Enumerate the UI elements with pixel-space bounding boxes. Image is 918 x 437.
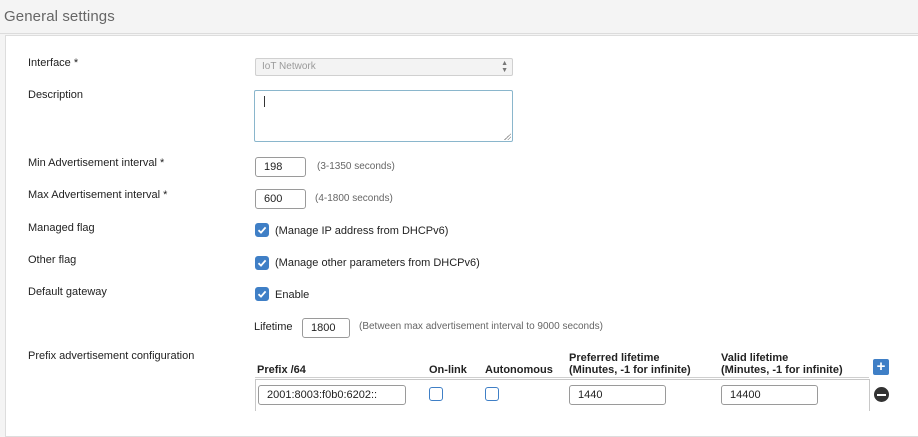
prefix-column-header: Prefix /64 — [257, 364, 306, 376]
preferred-lifetime-column-header: Preferred lifetime (Minutes, -1 for infi… — [569, 352, 691, 376]
other-flag-text: (Manage other parameters from DHCPv6) — [275, 257, 480, 269]
check-icon — [257, 226, 267, 234]
default-gateway-label: Default gateway — [28, 286, 107, 298]
updown-arrows-icon: ▲ ▼ — [501, 60, 508, 74]
max-adv-input[interactable]: 600 — [255, 189, 306, 209]
interface-select[interactable]: IoT Network ▲ ▼ — [255, 58, 513, 76]
managed-flag-text: (Manage IP address from DHCPv6) — [275, 225, 449, 237]
table-header-divider — [255, 377, 869, 378]
preferred-lifetime-title: Preferred lifetime — [569, 352, 660, 364]
on-link-checkbox[interactable] — [429, 387, 443, 401]
prefix-input[interactable]: 2001:8003:f0b0:6202:: — [258, 385, 406, 405]
interface-label: Interface * — [28, 57, 79, 69]
title-divider — [0, 33, 918, 34]
valid-lifetime-column-header: Valid lifetime (Minutes, -1 for infinite… — [721, 352, 843, 376]
lifetime-label: Lifetime — [254, 321, 293, 333]
description-label: Description — [28, 89, 84, 101]
on-link-column-header: On-link — [429, 364, 467, 376]
prefix-config-label: Prefix advertisement configuration — [28, 350, 195, 362]
lifetime-hint: (Between max advertisement interval to 9… — [359, 321, 604, 332]
default-gateway-text: Enable — [275, 289, 310, 301]
check-icon — [257, 259, 267, 267]
max-adv-label: Max Advertisement interval * — [28, 189, 168, 201]
min-adv-hint: (3-1350 seconds) — [317, 161, 395, 172]
interface-select-value: IoT Network — [262, 61, 316, 72]
min-adv-input[interactable]: 198 — [255, 157, 306, 177]
managed-flag-checkbox[interactable] — [255, 223, 269, 237]
minus-circle-icon[interactable] — [874, 387, 889, 402]
lifetime-input[interactable]: 1800 — [302, 318, 350, 338]
resize-grip-icon[interactable] — [504, 133, 511, 140]
valid-lifetime-title: Valid lifetime — [721, 352, 789, 364]
description-textarea[interactable] — [254, 90, 513, 142]
max-adv-hint: (4-1800 seconds) — [315, 193, 393, 204]
plus-square-icon[interactable]: + — [873, 359, 889, 375]
managed-flag-label: Managed flag — [28, 222, 95, 234]
other-flag-label: Other flag — [28, 254, 77, 266]
valid-lifetime-input[interactable]: 14400 — [721, 385, 818, 405]
default-gateway-checkbox[interactable] — [255, 287, 269, 301]
preferred-lifetime-subtitle: (Minutes, -1 for infinite) — [569, 364, 691, 376]
autonomous-checkbox[interactable] — [485, 387, 499, 401]
min-adv-label: Min Advertisement interval * — [28, 157, 165, 169]
autonomous-column-header: Autonomous — [485, 364, 553, 376]
text-caret — [264, 96, 265, 107]
valid-lifetime-subtitle: (Minutes, -1 for infinite) — [721, 364, 843, 376]
preferred-lifetime-input[interactable]: 1440 — [569, 385, 666, 405]
check-icon — [257, 290, 267, 298]
section-title: General settings — [4, 8, 115, 25]
other-flag-checkbox[interactable] — [255, 256, 269, 270]
